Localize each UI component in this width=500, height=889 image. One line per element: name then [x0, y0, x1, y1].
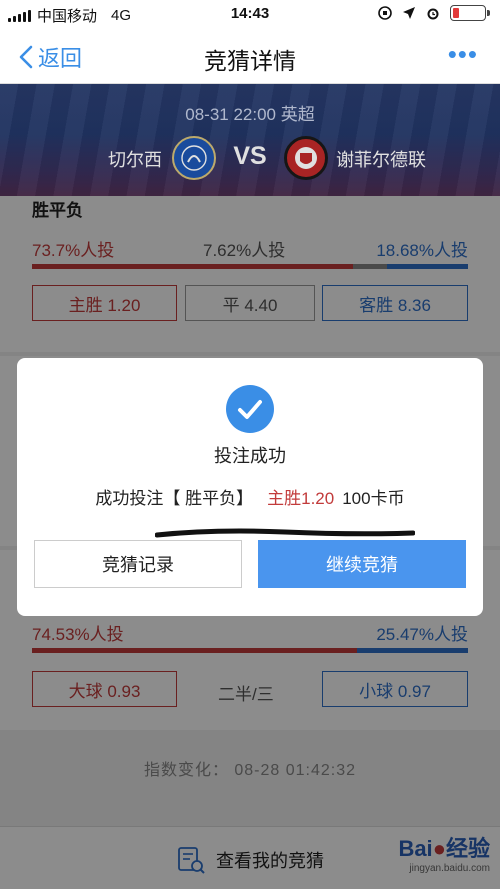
modal-backdrop-top: [0, 84, 500, 196]
dialog-pick: 主胜1.20: [267, 489, 335, 508]
dialog-amount: 100卡币: [342, 489, 405, 508]
continue-betting-button[interactable]: 继续竞猜: [258, 540, 466, 588]
battery-icon: [450, 5, 490, 21]
bet-success-dialog: 投注成功 成功投注【 胜平负】 主胜1.20 100卡币 竞猜记录 继续竞猜: [17, 358, 483, 616]
status-bar: 中国移动 4G 14:43: [0, 0, 500, 28]
bet-records-button[interactable]: 竞猜记录: [34, 540, 242, 588]
nav-bar: 返回 竞猜详情 •••: [0, 28, 500, 84]
more-button[interactable]: •••: [448, 41, 478, 67]
scribble-mark: [155, 528, 415, 538]
dialog-title: 投注成功: [214, 446, 286, 466]
dialog-message-prefix: 成功投注【 胜平负】: [95, 489, 254, 508]
rotation-lock-icon: [378, 6, 392, 20]
dialog-message: 成功投注【 胜平负】 主胜1.20 100卡币: [17, 484, 483, 509]
page-title: 竞猜详情: [204, 48, 296, 74]
alarm-icon: [427, 8, 439, 20]
success-check-icon: [226, 385, 274, 433]
location-icon: [403, 7, 415, 19]
